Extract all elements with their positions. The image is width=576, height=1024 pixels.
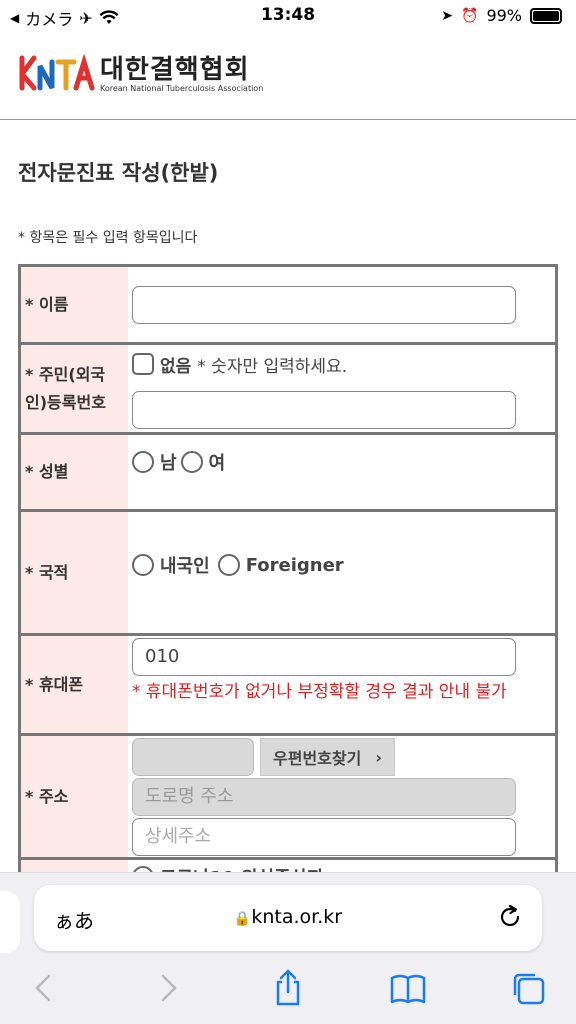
gender-female-radio[interactable] xyxy=(180,451,203,473)
nationality-foreigner-radio[interactable] xyxy=(217,554,240,576)
location-icon: ➤ xyxy=(441,7,453,24)
battery-percent: 99% xyxy=(486,6,522,25)
battery-icon xyxy=(530,7,562,24)
knta-logo-mark-icon xyxy=(19,54,95,91)
id-hint: * 숫자만 입력하세요. xyxy=(197,356,348,377)
id-none-checkbox[interactable] xyxy=(132,353,154,375)
nationality-row: * 국적 내국인 Foreigner xyxy=(21,512,555,636)
id-number-input[interactable] xyxy=(132,391,516,429)
nationality-korean-radio[interactable] xyxy=(132,554,154,576)
url-display[interactable]: 🔒knta.or.kr xyxy=(34,906,542,928)
site-header: 대한결핵협회 Korean National Tuberculosis Asso… xyxy=(0,32,576,120)
gender-male-radio[interactable] xyxy=(132,451,154,473)
bookmarks-icon[interactable] xyxy=(388,968,428,1008)
gender-row: * 성별 남 여 xyxy=(21,435,555,512)
previous-tab-peek[interactable] xyxy=(0,891,20,953)
name-input[interactable] xyxy=(132,286,516,324)
nationality-foreigner-label[interactable]: Foreigner xyxy=(246,555,344,576)
id-none-label[interactable]: 없음 xyxy=(160,352,191,377)
tabs-icon[interactable] xyxy=(508,968,548,1008)
name-label: * 이름 xyxy=(21,267,128,342)
site-logo[interactable]: 대한결핵협회 Korean National Tuberculosis Asso… xyxy=(18,54,263,94)
detail-address-input[interactable]: 상세주소 xyxy=(132,818,516,856)
phone-input[interactable]: 010 xyxy=(132,638,516,676)
address-bar[interactable]: ぁあ 🔒knta.or.kr xyxy=(34,885,542,951)
phone-row: * 휴대폰 010 * 휴대폰번호가 없거나 부정확할 경우 결과 안내 불가 xyxy=(21,636,555,736)
gender-male-label[interactable]: 남 xyxy=(160,449,177,475)
browser-bottom-bar: ぁあ 🔒knta.or.kr xyxy=(0,872,576,1024)
chevron-right-icon: › xyxy=(375,747,382,767)
required-note: * 항목은 필수 입력 항목입니다 xyxy=(18,230,198,246)
address-label: * 주소 xyxy=(21,736,128,857)
road-address-input[interactable]: 도로명 주소 xyxy=(132,778,516,816)
phone-label: * 휴대폰 xyxy=(21,636,128,733)
nationality-label: * 국적 xyxy=(21,512,128,633)
postcode-search-button[interactable]: 우편번호찾기 › xyxy=(260,738,395,776)
alarm-icon: ⏰ xyxy=(461,7,479,24)
logo-korean-name: 대한결핵협회 xyxy=(100,54,250,85)
address-row: * 주소 우편번호찾기 › 도로명 주소 상세주소 xyxy=(21,736,555,860)
questionnaire-form: * 이름 * 주민(외국인)등록번호 없음 * 숫자만 입력하세요. * 성별 … xyxy=(18,264,558,900)
postcode-search-label: 우편번호찾기 xyxy=(273,749,362,768)
page-title: 전자문진표 작성(한밭) xyxy=(18,161,219,185)
postcode-input[interactable] xyxy=(132,738,254,776)
url-text: knta.or.kr xyxy=(251,906,343,928)
id-row: * 주민(외국인)등록번호 없음 * 숫자만 입력하세요. xyxy=(21,345,555,435)
nationality-korean-label[interactable]: 내국인 xyxy=(160,552,210,578)
name-row: * 이름 xyxy=(21,267,555,345)
back-icon[interactable] xyxy=(24,968,64,1008)
logo-english-name: Korean National Tuberculosis Association xyxy=(100,83,264,93)
status-bar: ◀ カメラ ✈ 13:48 ➤ ⏰ 99% xyxy=(0,0,576,32)
lock-icon: 🔒 xyxy=(233,911,252,927)
gender-label: * 성별 xyxy=(21,435,128,509)
id-label: * 주민(외국인)등록번호 xyxy=(21,345,128,432)
detail-address-placeholder: 상세주소 xyxy=(145,826,212,847)
forward-icon[interactable] xyxy=(148,968,188,1008)
gender-female-label[interactable]: 여 xyxy=(209,449,226,475)
reload-icon[interactable] xyxy=(496,903,524,931)
browser-toolbar xyxy=(0,968,576,1018)
phone-warning: * 휴대폰번호가 없거나 부정확할 경우 결과 안내 불가 xyxy=(132,682,507,702)
share-icon[interactable] xyxy=(268,968,308,1008)
